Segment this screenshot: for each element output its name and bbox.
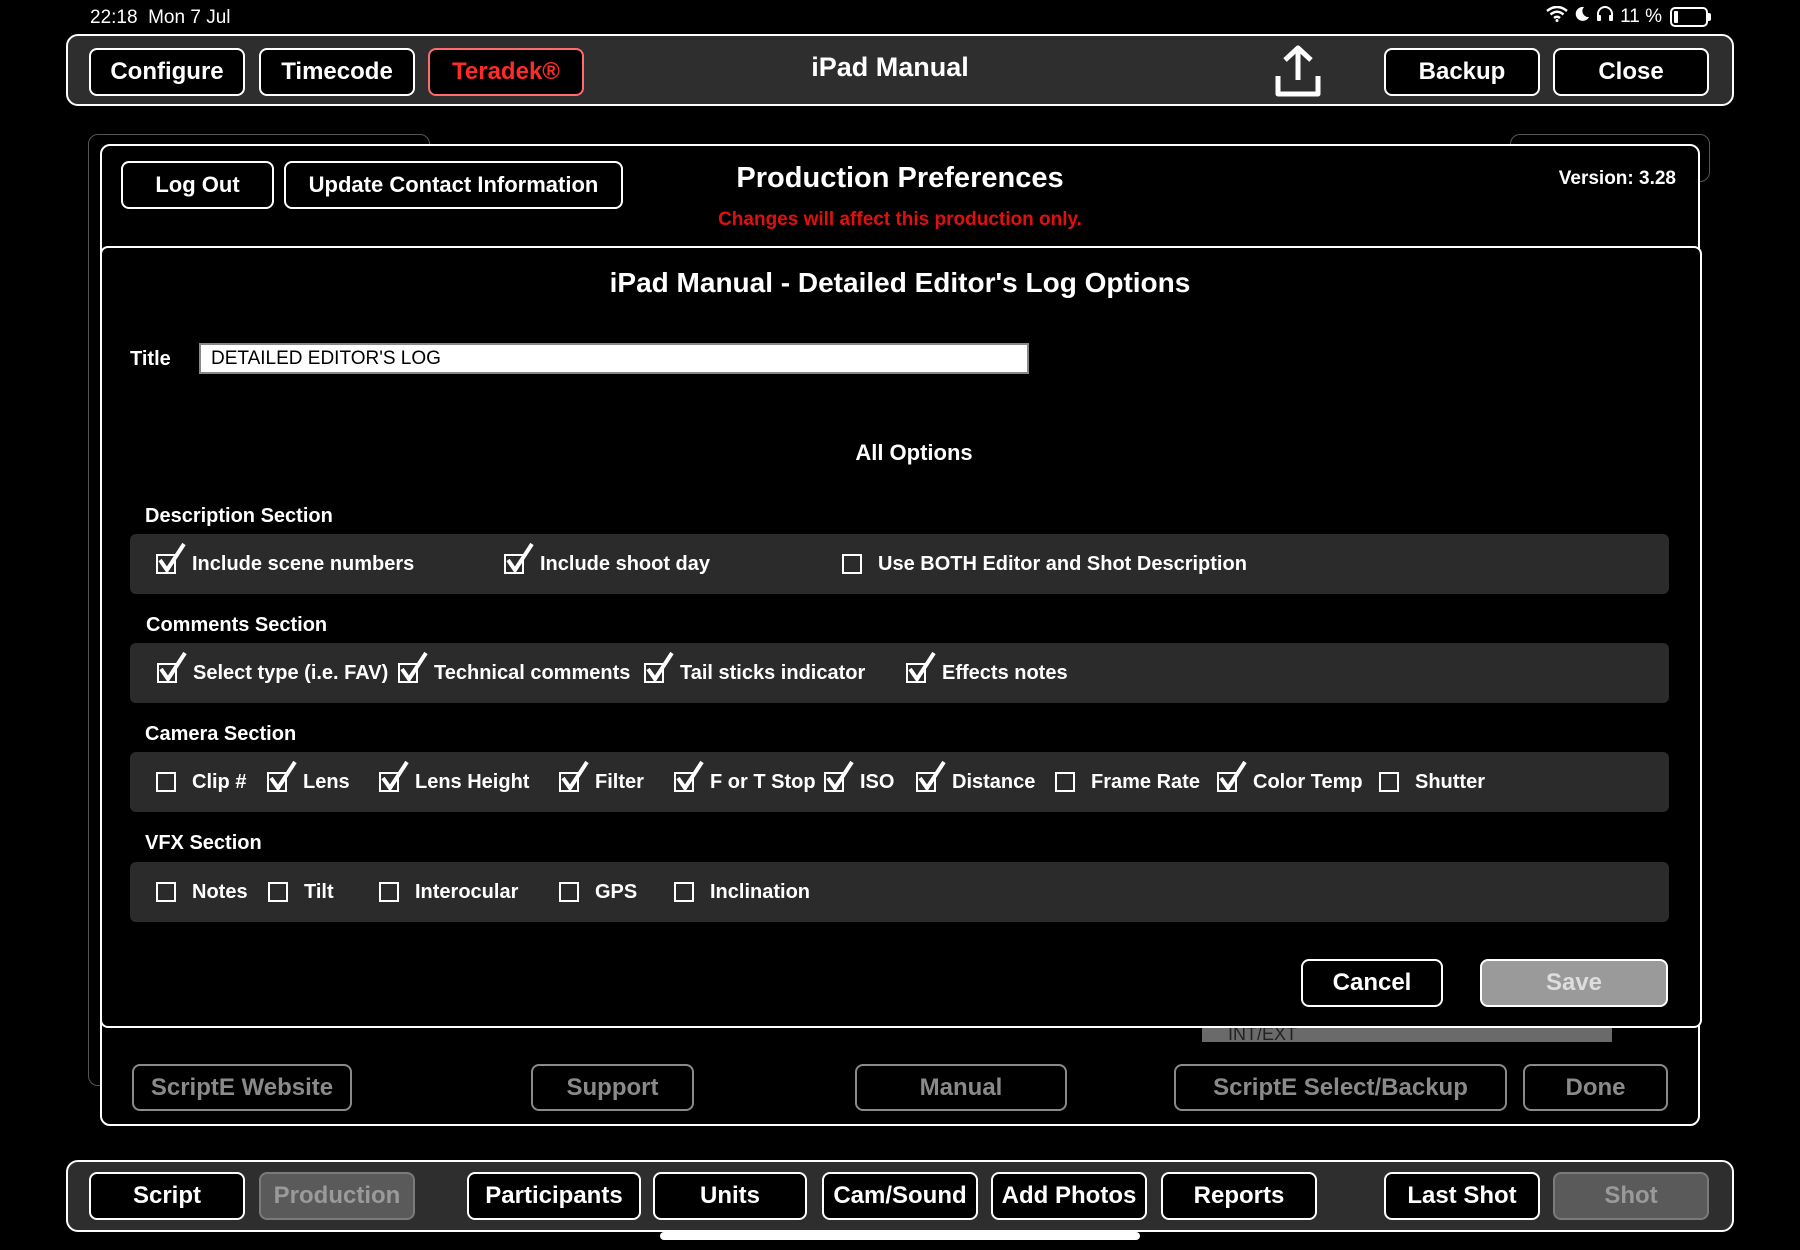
description-section-label: Description Section bbox=[145, 505, 333, 527]
camera-section-row: Clip # Lens Lens Height Filter F or T St… bbox=[130, 752, 1669, 812]
checkbox-unchecked[interactable] bbox=[379, 882, 399, 902]
option-use-both-descriptions[interactable]: Use BOTH Editor and Shot Description bbox=[842, 534, 1247, 594]
tab-shot[interactable]: Shot bbox=[1553, 1172, 1709, 1220]
tab-script[interactable]: Script bbox=[89, 1172, 245, 1220]
option-select-type[interactable]: Select type (i.e. FAV) bbox=[157, 643, 388, 703]
wifi-icon bbox=[1546, 5, 1568, 28]
vfx-section-row: Notes Tilt Interocular GPS Inclination bbox=[130, 862, 1669, 922]
status-bar: 22:18 Mon 7 Jul 11 % bbox=[0, 0, 1800, 36]
checkbox-checked[interactable] bbox=[559, 760, 589, 792]
all-options-heading: All Options bbox=[855, 440, 973, 465]
checkbox-checked[interactable] bbox=[504, 542, 534, 574]
battery-percent: 11 % bbox=[1620, 6, 1662, 27]
title-input[interactable] bbox=[199, 343, 1029, 374]
camera-section-label: Camera Section bbox=[145, 723, 297, 745]
option-lens[interactable]: Lens bbox=[267, 752, 350, 812]
status-time: 22:18 Mon 7 Jul bbox=[90, 7, 231, 28]
checkbox-checked[interactable] bbox=[916, 760, 946, 792]
checkbox-checked[interactable] bbox=[267, 760, 297, 792]
description-section-row: Include scene numbers Include shoot day … bbox=[130, 534, 1669, 594]
option-gps[interactable]: GPS bbox=[559, 862, 637, 922]
vfx-section-label: VFX Section bbox=[145, 832, 262, 854]
checkbox-checked[interactable] bbox=[379, 760, 409, 792]
checkbox-unchecked[interactable] bbox=[1055, 772, 1075, 792]
option-tail-sticks[interactable]: Tail sticks indicator bbox=[644, 643, 865, 703]
checkbox-checked[interactable] bbox=[824, 760, 854, 792]
comments-section-label: Comments Section bbox=[146, 614, 328, 636]
prefs-title: Production Preferences bbox=[736, 162, 1064, 194]
checkbox-unchecked[interactable] bbox=[1379, 772, 1399, 792]
comments-section-row: Select type (i.e. FAV) Technical comment… bbox=[130, 643, 1669, 703]
tab-cam-sound[interactable]: Cam/Sound bbox=[822, 1172, 978, 1220]
option-notes[interactable]: Notes bbox=[156, 862, 248, 922]
manual-button[interactable]: Manual bbox=[855, 1064, 1067, 1111]
tab-participants[interactable]: Participants bbox=[467, 1172, 641, 1220]
checkbox-checked[interactable] bbox=[1217, 760, 1247, 792]
scripte-select-backup-button[interactable]: ScriptE Select/Backup bbox=[1174, 1064, 1507, 1111]
tab-reports[interactable]: Reports bbox=[1161, 1172, 1317, 1220]
checkbox-checked[interactable] bbox=[674, 760, 704, 792]
update-contact-button[interactable]: Update Contact Information bbox=[284, 161, 623, 209]
option-lens-height[interactable]: Lens Height bbox=[379, 752, 529, 812]
timecode-button[interactable]: Timecode bbox=[259, 48, 415, 96]
checkbox-checked[interactable] bbox=[157, 651, 187, 683]
teradek-button[interactable]: Teradek® bbox=[428, 48, 584, 96]
checkbox-checked[interactable] bbox=[906, 651, 936, 683]
option-include-scene-numbers[interactable]: Include scene numbers bbox=[156, 534, 414, 594]
modal-title: iPad Manual - Detailed Editor's Log Opti… bbox=[609, 267, 1191, 298]
headphones-icon bbox=[1596, 6, 1614, 28]
support-button[interactable]: Support bbox=[531, 1064, 694, 1111]
backup-button[interactable]: Backup bbox=[1384, 48, 1540, 96]
checkbox-unchecked[interactable] bbox=[268, 882, 288, 902]
scripte-website-button[interactable]: ScriptE Website bbox=[132, 1064, 352, 1111]
checkbox-unchecked[interactable] bbox=[559, 882, 579, 902]
tab-units[interactable]: Units bbox=[653, 1172, 807, 1220]
tab-add-photos[interactable]: Add Photos bbox=[991, 1172, 1147, 1220]
tab-last-shot[interactable]: Last Shot bbox=[1384, 1172, 1540, 1220]
option-filter[interactable]: Filter bbox=[559, 752, 644, 812]
status-indicators: 11 % bbox=[1546, 5, 1711, 28]
checkbox-checked[interactable] bbox=[644, 651, 674, 683]
option-technical-comments[interactable]: Technical comments bbox=[398, 643, 630, 703]
configure-button[interactable]: Configure bbox=[89, 48, 245, 96]
option-distance[interactable]: Distance bbox=[916, 752, 1035, 812]
option-interocular[interactable]: Interocular bbox=[379, 862, 518, 922]
option-frame-rate[interactable]: Frame Rate bbox=[1055, 752, 1200, 812]
tab-production[interactable]: Production bbox=[259, 1172, 415, 1220]
option-shutter[interactable]: Shutter bbox=[1379, 752, 1485, 812]
checkbox-checked[interactable] bbox=[398, 651, 428, 683]
close-button[interactable]: Close bbox=[1553, 48, 1709, 96]
option-inclination[interactable]: Inclination bbox=[674, 862, 810, 922]
option-color-temp[interactable]: Color Temp bbox=[1217, 752, 1363, 812]
moon-icon bbox=[1574, 6, 1590, 28]
battery-icon bbox=[1670, 7, 1711, 27]
checkbox-unchecked[interactable] bbox=[674, 882, 694, 902]
app-title: iPad Manual bbox=[811, 52, 969, 82]
save-button[interactable]: Save bbox=[1480, 959, 1668, 1007]
option-clip-number[interactable]: Clip # bbox=[156, 752, 246, 812]
option-f-or-t-stop[interactable]: F or T Stop bbox=[674, 752, 816, 812]
checkbox-unchecked[interactable] bbox=[842, 554, 862, 574]
option-tilt[interactable]: Tilt bbox=[268, 862, 334, 922]
version-label: Version: 3.28 bbox=[1558, 168, 1676, 189]
checkbox-unchecked[interactable] bbox=[156, 882, 176, 902]
prefs-warning: Changes will affect this production only… bbox=[718, 209, 1082, 230]
share-icon[interactable] bbox=[1274, 44, 1322, 103]
checkbox-unchecked[interactable] bbox=[156, 772, 176, 792]
cancel-button[interactable]: Cancel bbox=[1301, 959, 1443, 1007]
option-iso[interactable]: ISO bbox=[824, 752, 894, 812]
done-button[interactable]: Done bbox=[1523, 1064, 1668, 1111]
status-date: Mon 7 Jul bbox=[148, 7, 231, 28]
title-label: Title bbox=[130, 348, 171, 370]
int-ext-field: INT/EXT bbox=[1202, 1028, 1612, 1042]
checkbox-checked[interactable] bbox=[156, 542, 186, 574]
option-effects-notes[interactable]: Effects notes bbox=[906, 643, 1068, 703]
log-out-button[interactable]: Log Out bbox=[121, 161, 274, 209]
home-indicator[interactable] bbox=[660, 1232, 1140, 1240]
option-include-shoot-day[interactable]: Include shoot day bbox=[504, 534, 710, 594]
